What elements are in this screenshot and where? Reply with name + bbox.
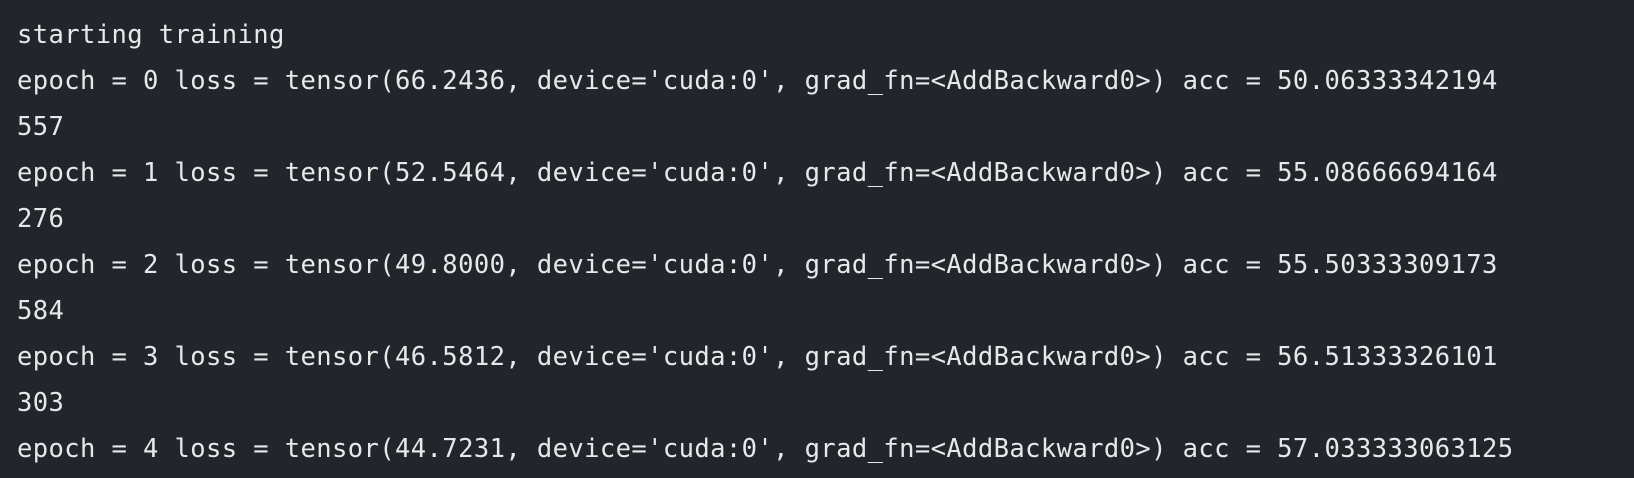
console-line-epoch-4: epoch = 4 loss = tensor(44.7231, device=…: [17, 434, 1514, 464]
console-line-status: starting training: [17, 20, 285, 50]
console-line-epoch-3-wrap: 303: [17, 388, 65, 418]
console-line-epoch-0-wrap: 557: [17, 112, 65, 142]
console-line-epoch-2-wrap: 584: [17, 296, 65, 326]
console-line-epoch-3: epoch = 3 loss = tensor(46.5812, device=…: [17, 342, 1498, 372]
console-line-epoch-0: epoch = 0 loss = tensor(66.2436, device=…: [17, 66, 1498, 96]
console-line-epoch-2: epoch = 2 loss = tensor(49.8000, device=…: [17, 250, 1498, 280]
console-line-epoch-1-wrap: 276: [17, 204, 65, 234]
console-output: starting training epoch = 0 loss = tenso…: [0, 0, 1634, 478]
console-line-epoch-1: epoch = 1 loss = tensor(52.5464, device=…: [17, 158, 1498, 188]
